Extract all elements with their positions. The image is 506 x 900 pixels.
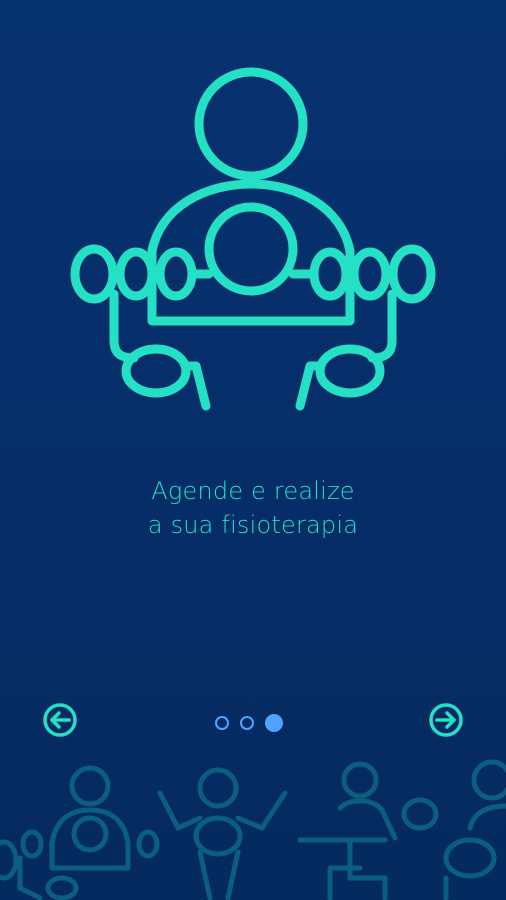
previous-button[interactable] — [43, 703, 77, 737]
arrow-right-icon — [429, 703, 463, 737]
page-dot-1[interactable] — [215, 716, 229, 730]
arrow-left-icon — [43, 703, 77, 737]
caption-line-1: Agende e realize — [151, 477, 355, 505]
physiotherapy-group-icon — [66, 66, 440, 411]
caption-line-2: a sua fisioterapia — [147, 511, 359, 539]
page-dot-2[interactable] — [240, 716, 254, 730]
onboarding-screen: Agende e realize a sua fisioterapia — [0, 0, 506, 900]
decorative-footer-illustration — [0, 748, 506, 900]
onboarding-caption: Agende e realize a sua fisioterapia — [0, 474, 506, 542]
next-button[interactable] — [429, 703, 463, 737]
page-dot-3-active[interactable] — [265, 714, 283, 732]
page-indicator — [215, 713, 295, 733]
